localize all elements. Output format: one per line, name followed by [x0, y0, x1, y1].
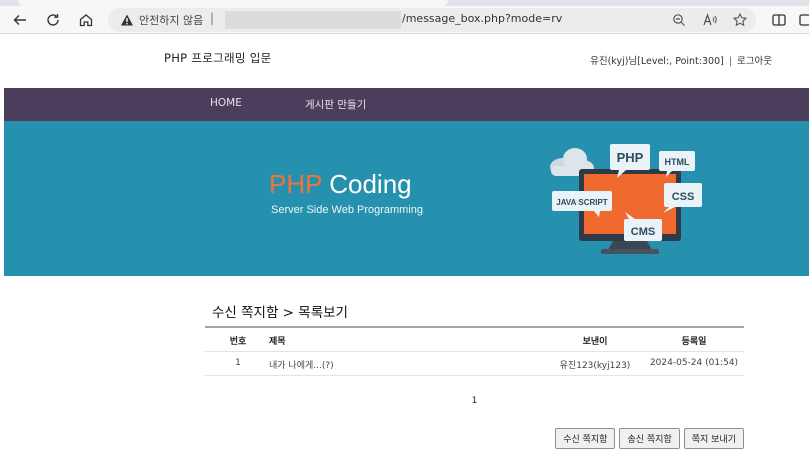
home-icon[interactable] [75, 9, 97, 31]
warning-icon[interactable] [120, 13, 134, 27]
row-num: 1 [235, 358, 241, 368]
header-date: 등록일 [681, 337, 707, 347]
address-bar[interactable]: 안전하지 않음 | /message_box.php?mode=rv [108, 8, 756, 32]
nav-item-home[interactable]: HOME [210, 97, 242, 109]
user-bar-divider: | [728, 56, 733, 67]
redacted-host [225, 11, 401, 29]
sidebar-icon[interactable] [796, 9, 809, 31]
table-row[interactable]: 1 내가 나에게...(?) 유진123(kyj123) 2024-05-24 … [205, 352, 744, 376]
message-table: 번호 제목 보낸이 등록일 1 내가 나에게...(?) 유진123(kyj12… [205, 326, 744, 376]
html-label: HTML [665, 157, 690, 167]
back-arrow-icon[interactable] [9, 9, 31, 31]
outbox-button[interactable]: 송신 쪽지함 [619, 428, 680, 449]
page-number[interactable]: 1 [472, 396, 478, 406]
button-group: 수신 쪽지함 송신 쪽지함 쪽지 보내기 [555, 428, 744, 449]
split-screen-icon[interactable] [768, 9, 790, 31]
table-header-row: 번호 제목 보낸이 등록일 [205, 328, 744, 352]
security-label[interactable]: 안전하지 않음 [139, 12, 203, 28]
logout-link[interactable]: 로그아웃 [737, 56, 772, 67]
banner-subtitle: Server Side Web Programming [271, 204, 424, 216]
coding-illustration: PHP HTML JAVA SCRIPT CSS CMS [550, 144, 702, 254]
header-num: 번호 [229, 337, 247, 347]
main-nav: HOME 게시판 만들기 [4, 88, 809, 121]
favorite-star-icon[interactable] [732, 12, 748, 28]
pagination: 1 [205, 396, 744, 406]
page-title: 수신 쪽지함 > 목록보기 [212, 305, 348, 321]
browser-toolbar: 안전하지 않음 | /message_box.php?mode=rv [0, 6, 809, 34]
send-message-button[interactable]: 쪽지 보내기 [683, 428, 744, 449]
banner-title: PHP Coding [269, 169, 412, 200]
javascript-label: JAVA SCRIPT [556, 198, 608, 207]
cms-label: CMS [631, 226, 655, 238]
row-date: 2024-05-24 (01:54) [649, 358, 739, 368]
banner-title-rest: Coding [322, 169, 412, 199]
monitor-stand [608, 241, 652, 250]
row-subject-link[interactable]: 내가 나에게...(?) [269, 358, 334, 371]
read-aloud-icon[interactable] [702, 12, 718, 28]
user-bar: 유진(kyj)님[Level:, Point:300] | 로그아웃 [590, 53, 772, 67]
nav-item-board[interactable]: 게시판 만들기 [305, 97, 366, 112]
reload-icon[interactable] [42, 9, 64, 31]
user-info: 유진(kyj)님[Level:, Point:300] [590, 56, 724, 67]
css-label: CSS [672, 191, 695, 203]
zoom-icon[interactable] [671, 12, 687, 28]
hero-banner: PHP Coding Server Side Web Programming P… [4, 121, 809, 276]
address-separator: | [210, 11, 215, 25]
banner-title-highlight: PHP [269, 169, 322, 199]
php-label: PHP [617, 150, 644, 165]
url-text[interactable]: /message_box.php?mode=rv [402, 12, 562, 25]
inbox-button[interactable]: 수신 쪽지함 [555, 428, 616, 449]
header-subject: 제목 [269, 337, 286, 347]
site-title[interactable]: PHP 프로그래밍 입문 [164, 50, 272, 66]
site-header: PHP 프로그래밍 입문 유진(kyj)님[Level:, Point:300]… [4, 36, 809, 88]
